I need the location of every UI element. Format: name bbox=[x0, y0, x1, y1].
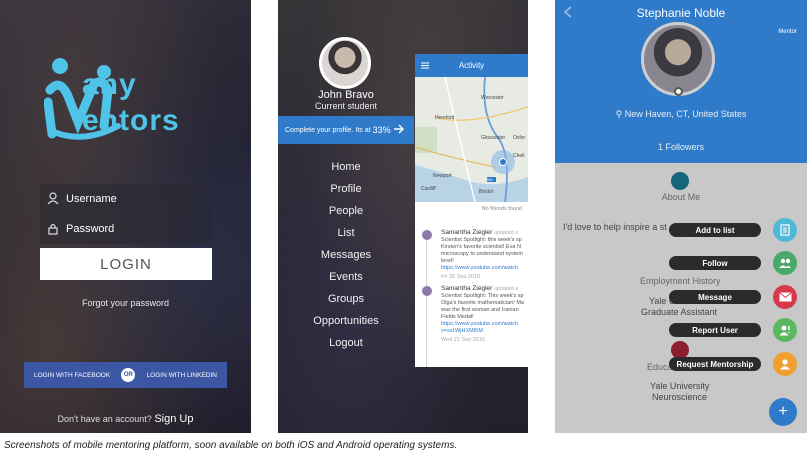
mentor-badge: Mentor bbox=[778, 29, 797, 35]
user-role: Current student bbox=[314, 101, 378, 111]
logo-text-entors: entors bbox=[82, 104, 180, 137]
or-badge: OR bbox=[121, 368, 136, 382]
signup-prompt: Don't have an account? Sign Up bbox=[0, 413, 251, 425]
feed-text: Scientist Spotlight: this week's sp Kirs… bbox=[441, 237, 523, 264]
mentor-person-icon[interactable] bbox=[773, 352, 797, 376]
menu-item-messages[interactable]: Messages bbox=[278, 249, 414, 261]
facebook-login-button[interactable]: LOGIN WITH FACEBOOK bbox=[34, 372, 110, 379]
avatar[interactable] bbox=[641, 22, 715, 96]
education-university: Yale University bbox=[650, 381, 710, 391]
menu-item-groups[interactable]: Groups bbox=[278, 293, 414, 305]
feed-text: Scientist Spotlight: This week's sp Olga… bbox=[441, 293, 524, 320]
employment-role: Graduate Assistant bbox=[641, 307, 718, 317]
list-icon[interactable] bbox=[773, 218, 797, 242]
menu-item-home[interactable]: Home bbox=[278, 161, 414, 173]
forgot-password-link[interactable]: Forgot your password bbox=[0, 298, 251, 308]
lock-icon bbox=[48, 223, 58, 235]
map-label-gloucester: Gloucester bbox=[481, 135, 506, 141]
about-me-label: About Me bbox=[661, 192, 701, 202]
menu-item-logout[interactable]: Logout bbox=[278, 337, 414, 349]
request-mentorship-button[interactable]: Request Mentorship bbox=[669, 357, 761, 371]
complete-profile-text: Complete your profile. Its at bbox=[285, 126, 371, 134]
feed-link[interactable]: https://www.youtube.com/watch bbox=[441, 265, 526, 272]
username-field[interactable]: Username bbox=[40, 184, 212, 214]
map-graphic bbox=[415, 76, 528, 203]
password-label: Password bbox=[66, 223, 115, 235]
login-screen: any entors Username Password LOGIN Forgo… bbox=[0, 0, 251, 433]
location-pin-icon: ⚲ bbox=[615, 109, 623, 119]
no-friends-text: No friends found bbox=[481, 206, 522, 212]
feed-link[interactable]: https://www.youtube.com/watch v=sxLWjHXM… bbox=[441, 321, 526, 335]
mail-icon[interactable] bbox=[773, 285, 797, 309]
no-account-text: Don't have an account? bbox=[57, 414, 152, 424]
feed-author: Samantha Ziegler bbox=[441, 229, 493, 236]
figure-caption: Screenshots of mobile mentoring platform… bbox=[4, 440, 458, 451]
add-to-list-button[interactable]: Add to list bbox=[669, 223, 761, 237]
message-button[interactable]: Message bbox=[669, 290, 761, 304]
map-label-cardiff: Cardiff bbox=[421, 186, 436, 192]
profile-screen: Stephanie Noble Mentor ⚲ New Haven, CT, … bbox=[555, 0, 807, 433]
password-field[interactable]: Password bbox=[40, 214, 212, 244]
menu-item-events[interactable]: Events bbox=[278, 271, 414, 283]
complete-profile-percent: 33% bbox=[372, 125, 391, 135]
map-label-cheltenham: Chelt bbox=[513, 153, 525, 159]
check-icon bbox=[422, 286, 432, 296]
about-me-text: I'd love to help inspire a st bbox=[563, 222, 667, 232]
menu-item-list[interactable]: List bbox=[278, 227, 414, 239]
person-icon bbox=[671, 172, 689, 190]
follow-button[interactable]: Follow bbox=[669, 256, 761, 270]
menu-item-people[interactable]: People bbox=[278, 205, 414, 217]
complete-profile-banner[interactable]: Complete your profile. Its at 33% bbox=[278, 116, 414, 144]
user-icon bbox=[47, 192, 59, 205]
follow-people-icon[interactable] bbox=[773, 251, 797, 275]
location-text: New Haven, CT, United States bbox=[624, 109, 747, 119]
logo-text-any: any bbox=[82, 68, 137, 101]
user-name: John Bravo bbox=[318, 89, 374, 101]
activity-title: Activity bbox=[458, 61, 485, 70]
report-user-button[interactable]: Report User bbox=[669, 323, 761, 337]
map-label-worcester: Worcester bbox=[481, 95, 504, 101]
arrow-right-icon bbox=[394, 124, 404, 134]
employment-label: Employment History bbox=[640, 276, 721, 286]
status-dot-icon bbox=[674, 87, 683, 96]
hamburger-menu-icon[interactable] bbox=[421, 62, 429, 69]
feed-date: Fri 30 Sep 2016 bbox=[441, 274, 481, 280]
activity-header: Activity bbox=[415, 54, 528, 77]
feed-author: Samantha Ziegler bbox=[441, 285, 493, 292]
feed-date: Wed 21 Sep 2016 bbox=[441, 337, 485, 343]
list-item[interactable]: Samantha Ziegler updated s Scientist Spo… bbox=[415, 229, 528, 281]
activity-map[interactable]: Worcester Hereford Gloucester Oxfor Chel… bbox=[415, 76, 528, 203]
menu-screen: John Bravo Current student Complete your… bbox=[278, 0, 528, 433]
map-label-bristol: Bristol bbox=[479, 189, 493, 195]
map-label-newport: Newport bbox=[433, 173, 452, 179]
list-item[interactable]: Samantha Ziegler updated s Scientist Spo… bbox=[415, 285, 528, 344]
education-field: Neuroscience bbox=[652, 392, 708, 402]
report-user-icon[interactable] bbox=[773, 318, 797, 342]
menu-item-opportunities[interactable]: Opportunities bbox=[278, 315, 414, 327]
profile-name: Stephanie Noble bbox=[636, 6, 726, 20]
menu-item-profile[interactable]: Profile bbox=[278, 183, 414, 195]
social-login-bar: LOGIN WITH FACEBOOK OR LOGIN WITH LINKED… bbox=[24, 362, 227, 388]
map-label-m5: M5 bbox=[487, 177, 493, 182]
map-label-oxford: Oxfor bbox=[513, 135, 526, 141]
screenshot-collage: any entors Username Password LOGIN Forgo… bbox=[0, 0, 807, 462]
check-icon bbox=[422, 230, 432, 240]
add-fab-button[interactable]: + bbox=[769, 398, 797, 426]
linkedin-login-button[interactable]: LOGIN WITH LINKEDIN bbox=[147, 372, 217, 379]
feed-meta: updated s bbox=[493, 286, 519, 292]
username-label: Username bbox=[66, 193, 117, 205]
feed-meta: updated s bbox=[493, 230, 519, 236]
followers-count[interactable]: 1 Followers bbox=[555, 142, 807, 152]
sign-up-link[interactable]: Sign Up bbox=[154, 413, 193, 425]
login-button[interactable]: LOGIN bbox=[40, 248, 212, 280]
map-label-hereford: Hereford bbox=[435, 115, 455, 121]
activity-feed: Samantha Ziegler updated s Scientist Spo… bbox=[415, 229, 528, 367]
profile-location: ⚲ New Haven, CT, United States bbox=[555, 109, 807, 120]
activity-panel: Activity Worcester Hereford Gloucester O… bbox=[415, 54, 528, 367]
avatar[interactable] bbox=[319, 37, 371, 89]
